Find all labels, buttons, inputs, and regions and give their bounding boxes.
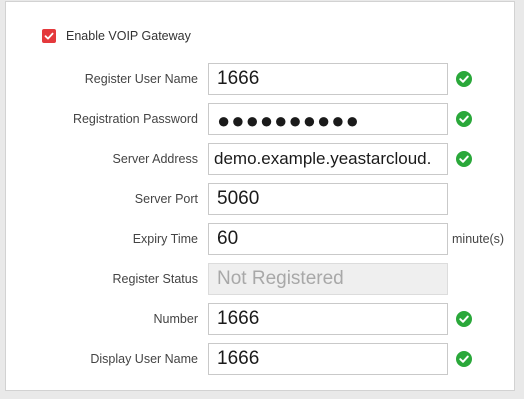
display-user-name-label: Display User Name xyxy=(90,352,198,366)
register-user-name-label: Register User Name xyxy=(84,72,198,86)
expiry-time-unit: minute(s) xyxy=(452,232,505,246)
enable-voip-gateway-row[interactable]: Enable VOIP Gateway xyxy=(42,29,191,43)
server-port-row: Server Port 5060 xyxy=(6,183,516,215)
display-user-name-row: Display User Name 1666 xyxy=(6,343,516,375)
valid-check-icon xyxy=(456,151,472,167)
valid-check-icon xyxy=(456,111,472,127)
number-row: Number 1666 xyxy=(6,303,516,335)
server-address-input[interactable]: demo.example.yeastarcloud. xyxy=(208,143,448,175)
register-status-label: Register Status xyxy=(112,272,198,286)
display-user-name-input[interactable]: 1666 xyxy=(208,343,448,375)
expiry-time-input[interactable]: 60 xyxy=(208,223,448,255)
valid-check-icon xyxy=(456,71,472,87)
number-label: Number xyxy=(153,312,198,326)
registration-password-row: Registration Password ●●●●●●●●●● xyxy=(6,103,516,135)
server-address-label: Server Address xyxy=(112,152,198,166)
register-status-field: Not Registered xyxy=(208,263,448,295)
expiry-time-label: Expiry Time xyxy=(132,232,198,246)
number-input[interactable]: 1666 xyxy=(208,303,448,335)
registration-password-label: Registration Password xyxy=(72,112,198,126)
checkmark-icon xyxy=(44,32,54,40)
voip-gateway-panel: Enable VOIP Gateway Register User Name 1… xyxy=(5,1,515,391)
register-user-name-row: Register User Name 1666 xyxy=(6,63,516,95)
server-address-row: Server Address demo.example.yeastarcloud… xyxy=(6,143,516,175)
server-port-label: Server Port xyxy=(134,192,198,206)
server-port-input[interactable]: 5060 xyxy=(208,183,448,215)
valid-check-icon xyxy=(456,311,472,327)
expiry-time-row: Expiry Time 60 minute(s) xyxy=(6,223,516,255)
enable-voip-gateway-checkbox[interactable] xyxy=(42,29,56,43)
registration-password-input[interactable]: ●●●●●●●●●● xyxy=(208,103,448,135)
register-status-row: Register Status Not Registered xyxy=(6,263,516,295)
enable-voip-gateway-label: Enable VOIP Gateway xyxy=(66,29,191,43)
register-user-name-input[interactable]: 1666 xyxy=(208,63,448,95)
valid-check-icon xyxy=(456,351,472,367)
